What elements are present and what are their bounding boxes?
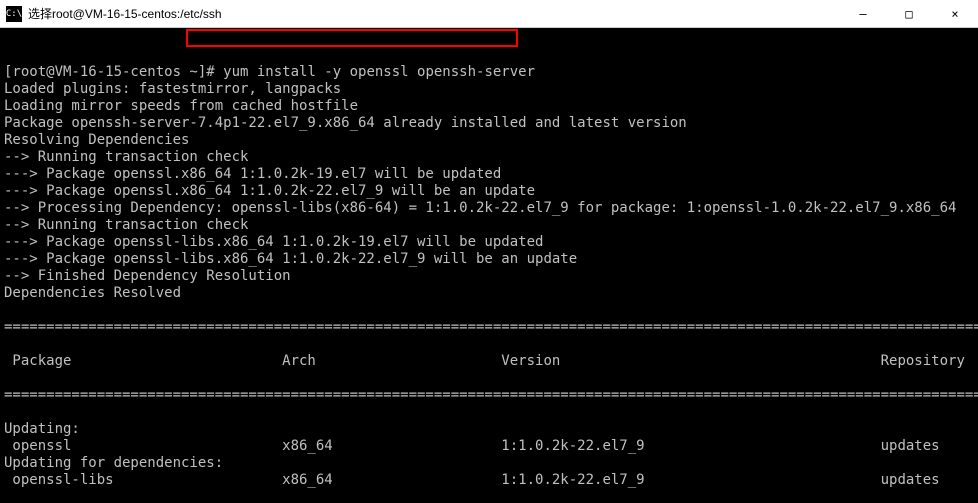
minimize-button[interactable]: — [840, 0, 886, 28]
table-sep-mid: ========================================… [4, 387, 974, 404]
terminal-output[interactable]: [root@VM-16-15-centos ~]# yum install -y… [0, 28, 978, 503]
window-controls: — □ × [840, 0, 978, 28]
output-line: Resolving Dependencies [4, 132, 974, 149]
output-line: --> Running transaction check [4, 149, 974, 166]
close-button[interactable]: × [932, 0, 978, 28]
maximize-button[interactable]: □ [886, 0, 932, 28]
output-line: ---> Package openssl.x86_64 1:1.0.2k-22.… [4, 183, 974, 200]
output-line: ---> Package openssl-libs.x86_64 1:1.0.2… [4, 234, 974, 251]
output-line: Loading mirror speeds from cached hostfi… [4, 98, 974, 115]
output-line: Package openssh-server-7.4p1-22.el7_9.x8… [4, 115, 974, 132]
output-line: --> Running transaction check [4, 217, 974, 234]
table-row: Updating for dependencies: [4, 455, 974, 472]
output-line: ---> Package openssl.x86_64 1:1.0.2k-19.… [4, 166, 974, 183]
table-row: openssl-libs x86_64 1:1.0.2k-22.el7_9 up… [4, 472, 974, 489]
output-line: Dependencies Resolved [4, 285, 974, 302]
table-rows: Updating: openssl x86_64 1:1.0.2k-22.el7… [4, 421, 974, 489]
output-line: Loaded plugins: fastestmirror, langpacks [4, 81, 974, 98]
table-sep-top: ========================================… [4, 319, 974, 336]
table-row: Updating: [4, 421, 974, 438]
cmd-icon: C:\ [6, 6, 22, 22]
output-line: --> Processing Dependency: openssl-libs(… [4, 200, 974, 217]
shell-command: yum install -y openssl openssh-server [223, 64, 535, 80]
table-headers: Package Arch Version Repository Size [4, 353, 974, 370]
table-row: openssl x86_64 1:1.0.2k-22.el7_9 updates… [4, 438, 974, 455]
command-highlight-box [186, 29, 518, 47]
output-block: Loaded plugins: fastestmirror, langpacks… [4, 81, 974, 302]
output-line: --> Finished Dependency Resolution [4, 268, 974, 285]
window-titlebar: C:\ 选择root@VM-16-15-centos:/etc/ssh — □ … [0, 0, 978, 28]
window-title: 选择root@VM-16-15-centos:/etc/ssh [28, 5, 840, 22]
shell-prompt: [root@VM-16-15-centos ~]# [4, 64, 223, 80]
output-line: ---> Package openssl-libs.x86_64 1:1.0.2… [4, 251, 974, 268]
